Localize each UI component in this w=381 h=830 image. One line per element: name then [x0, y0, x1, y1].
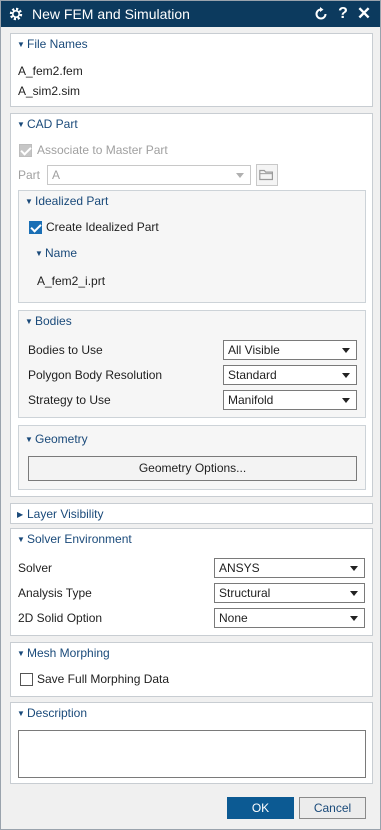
strategy-label: Strategy to Use	[28, 393, 111, 407]
idealized-part-section: ▼ Idealized Part Create Idealized Part ▼ N…	[18, 190, 366, 303]
cancel-button[interactable]: Cancel	[299, 797, 366, 819]
gear-icon	[9, 7, 23, 21]
bodies-header[interactable]: ▼ Bodies	[25, 313, 72, 329]
solver-select[interactable]: ANSYS	[214, 558, 365, 578]
sim-file-name: A_sim2.sim	[18, 84, 81, 98]
cad-part-header[interactable]: ▼ CAD Part	[17, 116, 78, 132]
close-icon[interactable]: ✕	[356, 5, 372, 22]
dropdown-arrow-icon	[342, 348, 350, 353]
strategy-value: Manifold	[228, 393, 274, 407]
reset-icon[interactable]	[313, 6, 329, 22]
bodies-to-use-label: Bodies to Use	[28, 343, 103, 357]
solver-environment-section: ▼ Solver Environment Solver ANSYS Analysi…	[10, 528, 373, 636]
collapse-triangle-icon: ▼	[17, 649, 25, 658]
dropdown-arrow-icon	[236, 173, 244, 178]
save-morphing-checkbox[interactable]	[20, 673, 33, 686]
dropdown-arrow-icon	[342, 398, 350, 403]
part-label: Part	[18, 168, 41, 182]
open-part-button[interactable]	[256, 164, 278, 186]
associate-master-label: Associate to Master Part	[37, 143, 168, 157]
analysis-type-label: Analysis Type	[18, 586, 92, 600]
layer-visibility-header-label: Layer Visibility	[27, 507, 104, 521]
dropdown-arrow-icon	[350, 591, 358, 596]
collapse-triangle-icon: ▼	[25, 197, 33, 206]
cad-part-header-label: CAD Part	[27, 117, 78, 131]
part-select-value: A	[52, 168, 61, 182]
geometry-header-label: Geometry	[35, 432, 88, 446]
mesh-morphing-header-label: Mesh Morphing	[27, 646, 110, 660]
geometry-section: ▼ Geometry Geometry Options...	[18, 425, 366, 490]
description-section: ▼ Description	[10, 702, 373, 784]
solver-environment-header[interactable]: ▼ Solver Environment	[17, 531, 132, 547]
solid-option-label: 2D Solid Option	[18, 611, 103, 625]
description-header[interactable]: ▼ Description	[17, 705, 87, 721]
collapse-triangle-icon: ▼	[17, 709, 25, 718]
file-names-header-label: File Names	[27, 37, 88, 51]
analysis-type-select[interactable]: Structural	[214, 583, 365, 603]
associate-master-checkbox[interactable]	[19, 144, 32, 157]
description-textarea[interactable]	[18, 730, 366, 778]
geometry-header[interactable]: ▼ Geometry	[25, 431, 88, 447]
title-bar: New FEM and Simulation ? ✕	[1, 1, 380, 27]
help-icon[interactable]: ?	[335, 6, 351, 22]
create-idealized-label: Create Idealized Part	[46, 220, 159, 234]
layer-visibility-header[interactable]: ▶ Layer Visibility	[17, 506, 103, 522]
ok-button[interactable]: OK	[227, 797, 294, 819]
create-idealized-checkbox[interactable]	[29, 221, 42, 234]
solver-value: ANSYS	[219, 561, 260, 575]
cad-part-section: ▼ CAD Part Associate to Master Part Part …	[10, 113, 373, 497]
dialog-title: New FEM and Simulation	[32, 6, 190, 22]
new-fem-simulation-dialog: New FEM and Simulation ? ✕ ▼ File Names A…	[0, 0, 381, 830]
solver-label: Solver	[18, 561, 53, 575]
strategy-select[interactable]: Manifold	[223, 390, 357, 410]
collapse-triangle-icon: ▼	[17, 40, 25, 49]
layer-visibility-section: ▶ Layer Visibility	[10, 503, 373, 524]
save-morphing-label: Save Full Morphing Data	[37, 672, 170, 686]
collapse-triangle-icon: ▼	[25, 317, 33, 326]
mesh-morphing-section: ▼ Mesh Morphing Save Full Morphing Data	[10, 642, 373, 697]
part-select[interactable]: A	[47, 165, 251, 185]
polygon-resolution-select[interactable]: Standard	[223, 365, 357, 385]
mesh-morphing-header[interactable]: ▼ Mesh Morphing	[17, 645, 110, 661]
dropdown-arrow-icon	[350, 616, 358, 621]
solver-environment-header-label: Solver Environment	[27, 532, 132, 546]
polygon-resolution-value: Standard	[228, 368, 277, 382]
expand-triangle-icon: ▶	[17, 510, 24, 519]
polygon-resolution-label: Polygon Body Resolution	[28, 368, 163, 382]
collapse-triangle-icon: ▼	[17, 535, 25, 544]
file-names-section: ▼ File Names A_fem2.fem A_sim2.sim	[10, 33, 373, 107]
analysis-type-value: Structural	[219, 586, 271, 600]
dropdown-arrow-icon	[350, 566, 358, 571]
solid-option-value: None	[219, 611, 248, 625]
description-header-label: Description	[27, 706, 88, 720]
fem-file-name: A_fem2.fem	[18, 64, 83, 78]
collapse-triangle-icon: ▼	[25, 435, 33, 444]
idealized-part-header-label: Idealized Part	[35, 194, 109, 208]
collapse-triangle-icon: ▼	[17, 120, 25, 129]
collapse-triangle-icon: ▼	[35, 249, 43, 258]
bodies-to-use-select[interactable]: All Visible	[223, 340, 357, 360]
dropdown-arrow-icon	[342, 373, 350, 378]
geometry-options-button[interactable]: Geometry Options...	[28, 456, 357, 481]
file-names-header[interactable]: ▼ File Names	[17, 36, 88, 52]
bodies-header-label: Bodies	[35, 314, 72, 328]
idealized-part-name: A_fem2_i.prt	[37, 274, 106, 288]
bodies-section: ▼ Bodies Bodies to Use All Visible Polygo…	[18, 310, 366, 418]
bodies-to-use-value: All Visible	[228, 343, 280, 357]
name-subheader[interactable]: ▼ Name	[35, 245, 77, 261]
folder-icon	[259, 169, 273, 181]
name-subheader-label: Name	[45, 246, 78, 260]
idealized-part-header[interactable]: ▼ Idealized Part	[25, 193, 108, 209]
solid-option-select[interactable]: None	[214, 608, 365, 628]
